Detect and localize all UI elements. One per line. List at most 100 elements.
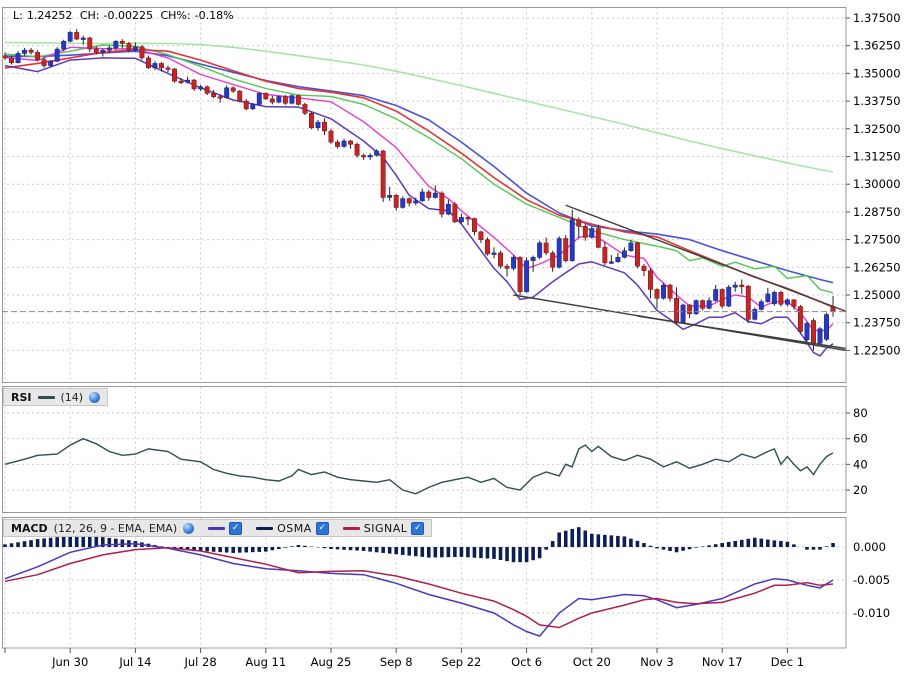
price-axis-label: 1.26250 [853, 260, 901, 274]
histogram-bar [739, 539, 744, 547]
candle-down [667, 284, 673, 299]
panel-border [2, 386, 847, 513]
macd-series-checkbox[interactable]: ✓ [229, 521, 243, 535]
candle-down [687, 304, 693, 315]
candle-down [322, 121, 327, 132]
candle-down [269, 98, 275, 103]
histogram-bar [68, 535, 72, 547]
macd-settings-icon[interactable] [183, 522, 195, 534]
candle-up [100, 49, 106, 53]
osma-series-checkbox[interactable]: ✓ [315, 521, 329, 535]
histogram-bar [205, 547, 209, 552]
change-value: -0.00225 [103, 9, 153, 22]
price-axis-label: 1.36250 [853, 39, 901, 53]
price-axis: 1.37500 1.36250 1.35000 1.33750 1.32500 1.312… [846, 11, 901, 620]
histogram-bar [603, 534, 607, 547]
histogram-bar [427, 547, 431, 558]
histogram-bar [335, 547, 340, 550]
date-axis-label: Jul 14 [118, 655, 151, 669]
ma-magenta [4, 46, 834, 332]
histogram-bar [35, 539, 40, 547]
chart-canvas: 1.37500 1.36250 1.35000 1.33750 1.32500 1.312… [2, 7, 901, 669]
date-axis-label: Nov 3 [640, 655, 673, 669]
rsi-axis-label: 40 [853, 457, 868, 471]
candle-up [726, 286, 732, 307]
osma-legend-label: OSMA [277, 521, 312, 535]
candle-down [700, 300, 706, 309]
last-label: L: [13, 9, 23, 22]
candle-down [335, 141, 340, 147]
signal-legend-label: SIGNAL [363, 521, 408, 535]
signal-legend-item: SIGNAL ✓ [342, 521, 425, 535]
candle-down [172, 68, 177, 82]
histogram-bar [511, 547, 516, 563]
change-pct-value: -0.18% [194, 9, 234, 22]
histogram-bar [348, 547, 353, 551]
histogram-bar [296, 545, 301, 547]
histogram-bar [81, 536, 86, 547]
candle-down [648, 270, 653, 290]
date-axis-label: Nov 17 [702, 655, 743, 669]
candle-up [387, 195, 393, 198]
candle-down [282, 96, 288, 104]
candle-up [713, 289, 719, 301]
candle-up [374, 150, 380, 156]
candle-down [302, 104, 308, 114]
candle-up [511, 257, 517, 269]
histogram-bar [120, 539, 125, 547]
histogram-bar [746, 538, 751, 547]
price-axis-label: 1.28750 [853, 205, 901, 219]
candle-up [445, 203, 451, 215]
candle-down [139, 46, 145, 59]
price-axis-label: 1.37500 [853, 11, 901, 25]
rsi-settings-icon[interactable] [89, 391, 101, 403]
histogram-bar [42, 538, 46, 547]
histogram-bar [22, 541, 27, 547]
candle-up [628, 242, 634, 251]
candle-down [263, 93, 269, 100]
price-axis-label: 1.30000 [853, 177, 901, 191]
candle-up [589, 228, 595, 238]
histogram-bar [244, 547, 249, 553]
signal-series-checkbox[interactable]: ✓ [411, 521, 425, 535]
candle-down [634, 242, 640, 267]
histogram-bar [694, 547, 698, 548]
signal-line [4, 546, 834, 629]
candle-up [413, 200, 419, 204]
candle-down [243, 100, 249, 110]
candle-up [530, 257, 536, 261]
histogram-bar [466, 547, 470, 558]
histogram-bar [498, 547, 503, 560]
candle-down [178, 80, 184, 84]
candle-down [159, 63, 164, 69]
rsi-axis-label: 80 [853, 406, 868, 420]
candle-up [61, 41, 67, 50]
candle-up [771, 292, 777, 305]
macd-line [4, 542, 834, 637]
candle-down [211, 93, 217, 97]
histogram-bar [668, 547, 672, 551]
candle-down [797, 306, 803, 332]
candle-down [478, 231, 484, 240]
candle-down [328, 130, 334, 143]
histogram-bar [9, 543, 14, 547]
histogram-bar [381, 547, 385, 553]
histogram-bar [635, 540, 640, 547]
histogram-bar [114, 538, 118, 547]
candle-up [106, 47, 112, 51]
candle-down [74, 32, 80, 40]
candle-down [204, 86, 210, 94]
histogram-bar [772, 540, 777, 547]
candle-up [804, 323, 810, 341]
candle-down [93, 48, 99, 53]
histogram-bar [433, 547, 438, 558]
candle-down [674, 298, 680, 323]
candle-down [654, 289, 660, 299]
histogram-bar [479, 547, 483, 559]
macd-axis-label: -0.005 [853, 573, 890, 587]
histogram-bar [563, 530, 568, 547]
histogram-bar [407, 547, 412, 556]
histogram-bar [264, 547, 268, 552]
candle-down [126, 43, 132, 51]
last-value: 1.24252 [26, 9, 73, 22]
